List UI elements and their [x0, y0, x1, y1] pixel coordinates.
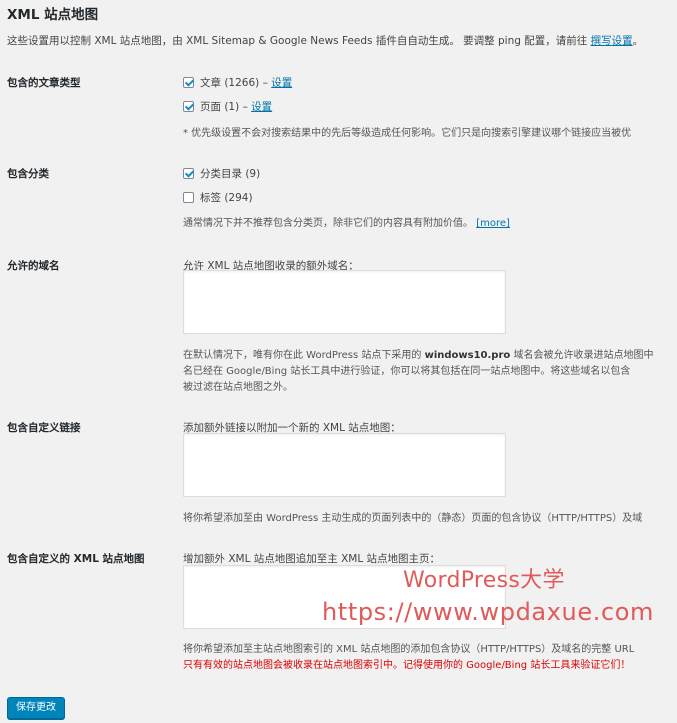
custom-sitemaps-label: 包含自定义的 XML 站点地图 — [7, 553, 145, 565]
posts-label: 文章 (1266) — [200, 77, 260, 89]
post-type-row-pages: 页面 (1) – 设置 — [183, 99, 272, 114]
post-types-label: 包含的文章类型 — [7, 77, 81, 89]
watermark-url: https://www.wpdaxue.com — [322, 598, 655, 626]
custom-urls-label: 包含自定义链接 — [7, 422, 81, 434]
domains-note-line1: 在默认情况下，唯有你在此 WordPress 站点下采用的 windows10.… — [183, 350, 654, 361]
taxonomy-row-tags: 标签 (294) — [183, 190, 253, 205]
custom-sitemaps-note: 将你希望添加至主站点地图索引的 XML 站点地图的添加包含协议（HTTP/HTT… — [183, 644, 635, 655]
posts-checkbox[interactable] — [183, 77, 194, 88]
tags-checkbox[interactable] — [183, 192, 194, 203]
pages-label: 页面 (1) — [200, 101, 240, 113]
watermark-title: WordPress大学 — [403, 568, 565, 593]
taxonomies-note: 通常情况下并不推荐包含分类页，除非它们的内容具有附加价值。 [more] — [183, 218, 510, 229]
taxonomies-label: 包含分类 — [7, 168, 49, 180]
domains-label: 允许的域名 — [7, 260, 60, 272]
tags-label: 标签 (294) — [200, 192, 253, 204]
domains-note-line3: 被过滤在站点地图之外。 — [183, 382, 293, 393]
pages-settings-link[interactable]: 设置 — [251, 101, 272, 113]
custom-sitemaps-field-label: 增加额外 XML 站点地图追加至主 XML 站点地图主页： — [183, 553, 441, 565]
categories-label: 分类目录 (9) — [200, 168, 261, 180]
writing-settings-link[interactable]: 撰写设置 — [591, 35, 633, 47]
categories-checkbox[interactable] — [183, 168, 194, 179]
domains-note-line2: 名已经在 Google/Bing 站长工具中进行验证，你可以将其包括在同一站点地… — [183, 366, 631, 377]
custom-urls-textarea[interactable] — [183, 433, 506, 497]
priority-note: * 优先级设置不会对搜索结果中的先后等级造成任何影响。它们只是向搜索引擎建议哪个… — [183, 128, 632, 139]
intro-text: 这些设置用以控制 XML 站点地图，由 XML Sitemap & Google… — [7, 35, 644, 47]
posts-settings-link[interactable]: 设置 — [271, 77, 292, 89]
custom-urls-note: 将你希望添加至由 WordPress 主动生成的页面列表中的（静态）页面的包含协… — [183, 513, 643, 524]
page-title: XML 站点地图 — [7, 7, 99, 23]
post-type-row-posts: 文章 (1266) – 设置 — [183, 75, 292, 90]
save-changes-button[interactable]: 保存更改 — [7, 697, 65, 719]
domains-textarea[interactable] — [183, 270, 506, 334]
more-link[interactable]: [more] — [476, 218, 510, 229]
taxonomy-row-categories: 分类目录 (9) — [183, 166, 260, 181]
custom-sitemaps-warning: 只有有效的站点地图会被收录在站点地图索引中。记得使用你的 Google/Bing… — [183, 660, 631, 671]
pages-checkbox[interactable] — [183, 101, 194, 112]
